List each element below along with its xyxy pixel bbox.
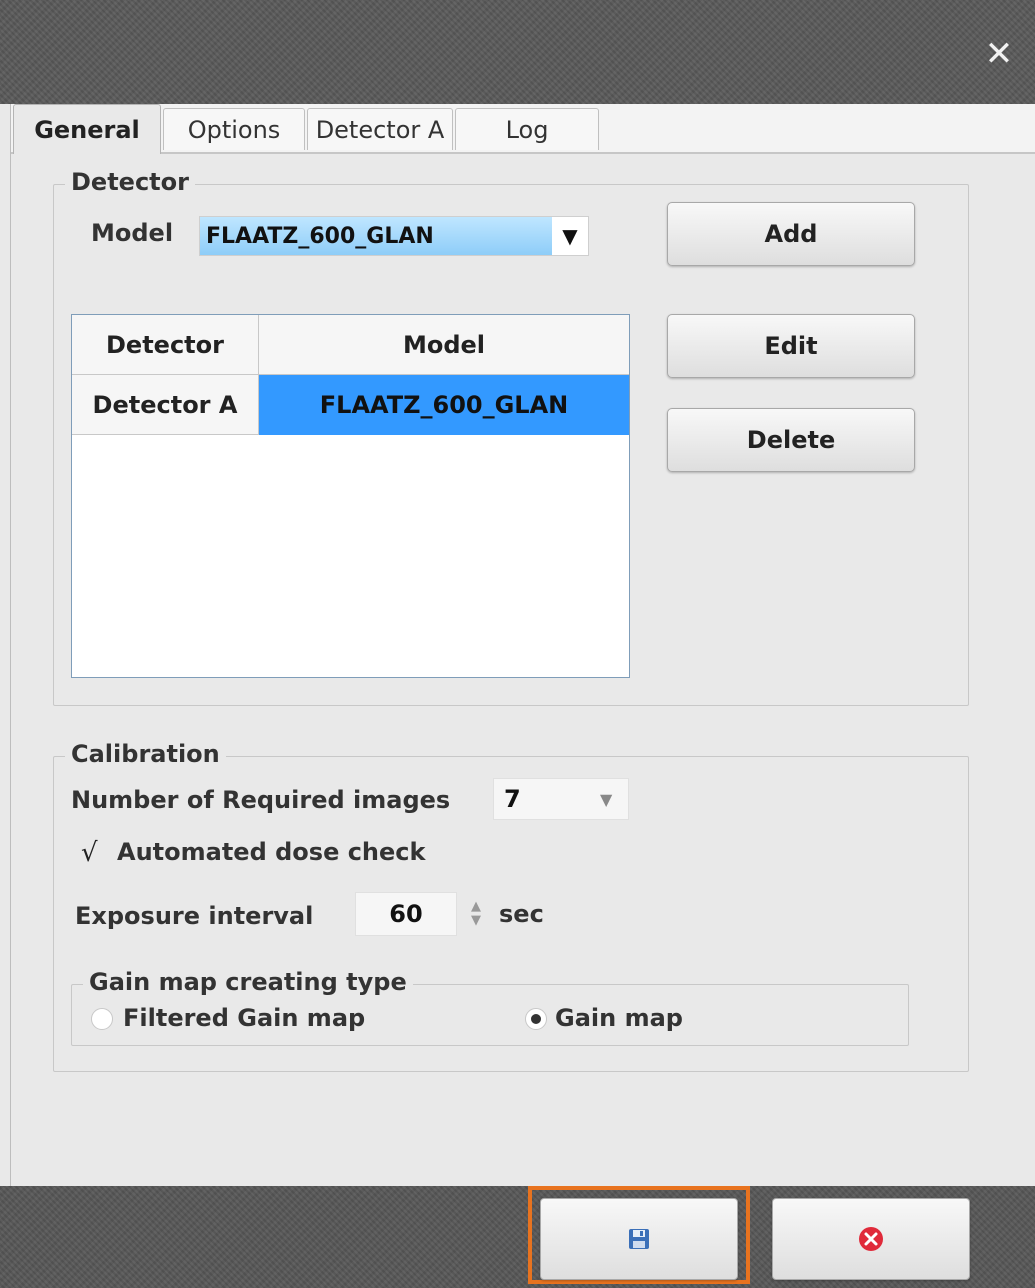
chevron-down-icon[interactable]: ▼ [600, 790, 628, 809]
cancel-icon [859, 1227, 883, 1251]
close-icon[interactable]: ✕ [981, 36, 1017, 72]
table-header-model[interactable]: Model [259, 315, 629, 375]
radio-dot [531, 1014, 541, 1024]
tab-detector-a[interactable]: Detector A [307, 108, 453, 150]
exposure-unit: sec [499, 900, 544, 928]
save-button[interactable] [540, 1198, 738, 1280]
exposure-interval-label: Exposure interval [75, 902, 314, 930]
required-images-value: 7 [504, 785, 521, 813]
save-icon [629, 1229, 649, 1249]
table-header-detector[interactable]: Detector [72, 315, 259, 375]
exposure-interval-input[interactable]: 60 [355, 892, 457, 936]
table-row-detector-cell[interactable]: Detector A [72, 375, 259, 435]
dose-check-label: Automated dose check [117, 838, 426, 866]
tab-log[interactable]: Log [455, 108, 599, 150]
required-images-dropdown[interactable]: 7 ▼ [493, 778, 629, 820]
tab-options[interactable]: Options [163, 108, 305, 150]
dose-check-checkbox[interactable]: √ [81, 838, 98, 868]
edit-button[interactable]: Edit [667, 314, 915, 378]
exposure-stepper[interactable]: ▲ ▼ [467, 894, 485, 934]
detector-table: Detector Model Detector A FLAATZ_600_GLA… [71, 314, 630, 678]
footer-bar [0, 1186, 1035, 1288]
model-dropdown-value: FLAATZ_600_GLAN [206, 223, 434, 249]
gain-map-legend: Gain map creating type [83, 968, 413, 996]
stepper-up-icon[interactable]: ▲ [471, 900, 481, 914]
detector-legend: Detector [65, 168, 195, 196]
chevron-down-icon[interactable]: ▼ [552, 217, 588, 255]
title-bar: ✕ [0, 0, 1035, 104]
tab-general[interactable]: General [13, 104, 161, 154]
required-images-label: Number of Required images [71, 786, 451, 814]
settings-panel: General Options Detector A Log Detector … [10, 104, 1035, 1186]
calibration-legend: Calibration [65, 740, 226, 768]
model-dropdown[interactable]: FLAATZ_600_GLAN ▼ [199, 216, 589, 256]
delete-button[interactable]: Delete [667, 408, 915, 472]
table-row-model-cell[interactable]: FLAATZ_600_GLAN [259, 375, 629, 435]
gain-map-label: Gain map [555, 1004, 683, 1032]
tab-strip: General Options Detector A Log [11, 104, 1035, 154]
stepper-down-icon[interactable]: ▼ [471, 914, 481, 928]
cancel-button[interactable] [772, 1198, 970, 1280]
filtered-gain-map-label: Filtered Gain map [123, 1004, 366, 1032]
add-button[interactable]: Add [667, 202, 915, 266]
radio-filtered-gain-map[interactable] [91, 1008, 113, 1030]
model-label: Model [91, 219, 174, 247]
radio-gain-map[interactable] [525, 1008, 547, 1030]
